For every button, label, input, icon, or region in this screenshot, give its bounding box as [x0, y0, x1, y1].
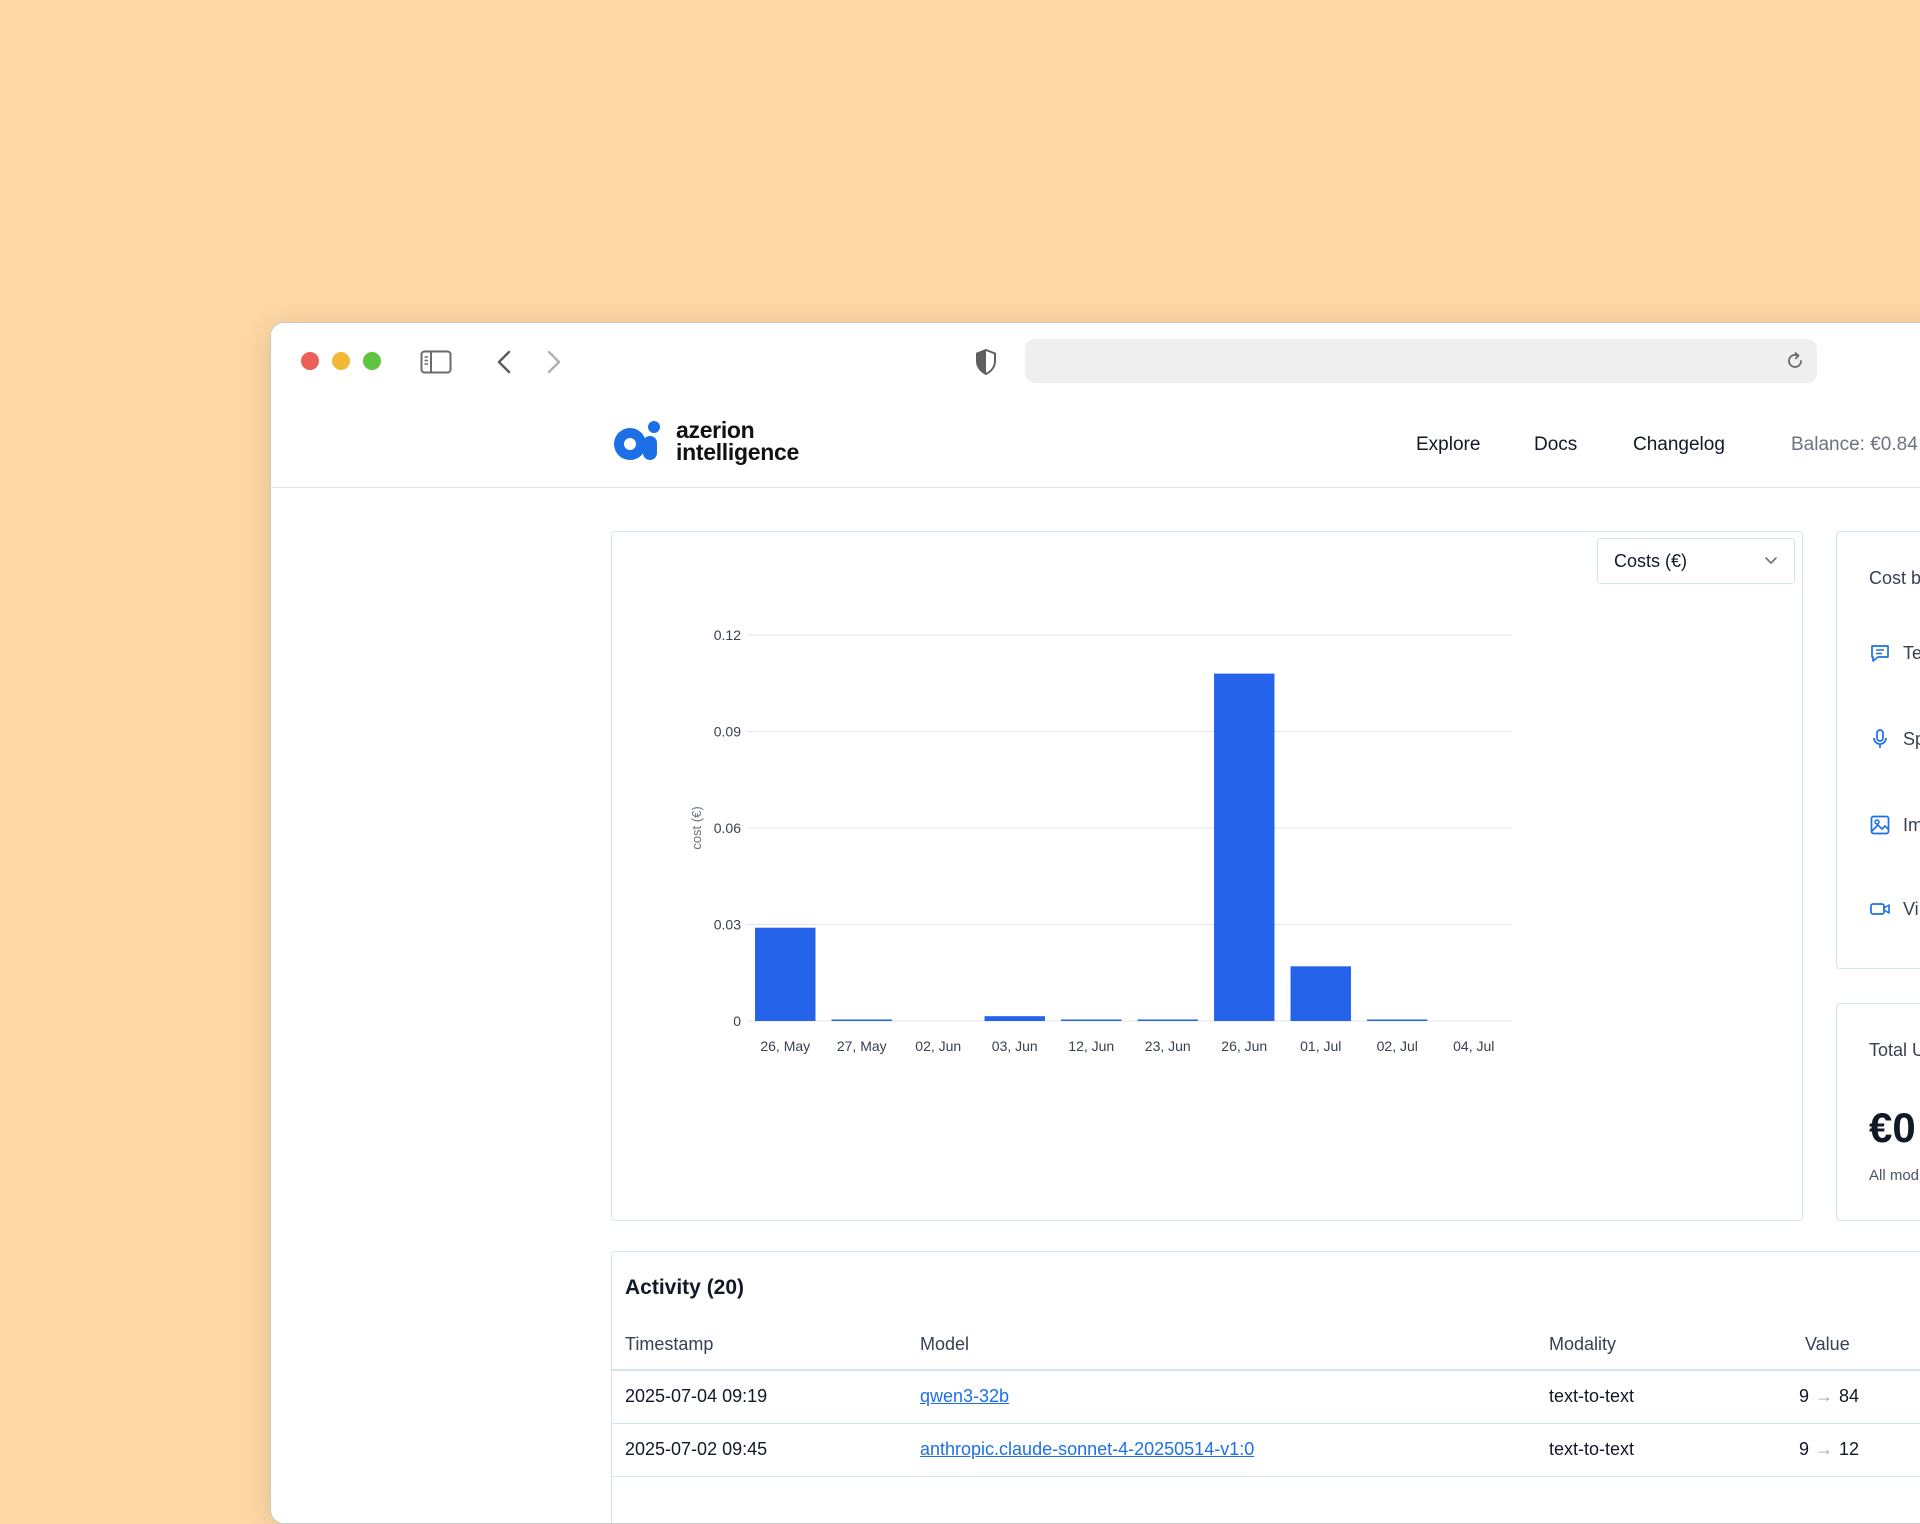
x-tick-label: 01, Jul	[1300, 1038, 1341, 1054]
column-header-model[interactable]: Model	[920, 1334, 969, 1355]
bar	[1367, 1019, 1428, 1021]
cost-by-modality-card: Cost b Te Sp Im Vi	[1836, 531, 1920, 969]
image-icon	[1870, 815, 1890, 835]
browser-window: azerion intelligence Explore Docs Change…	[270, 322, 1920, 1524]
row-timestamp: 2025-07-04 09:19	[625, 1386, 768, 1406]
row-timestamp: 2025-07-02 09:45	[625, 1439, 768, 1459]
modality-image-label: Im	[1903, 814, 1920, 835]
bar	[1214, 673, 1275, 1021]
arrow-right-icon: →	[1815, 1439, 1834, 1459]
x-tick-label: 03, Jun	[992, 1038, 1038, 1054]
row-value-out: 84	[1839, 1386, 1860, 1406]
bar	[831, 1019, 892, 1021]
row-value-out: 12	[1839, 1439, 1860, 1459]
bar	[1137, 1019, 1198, 1021]
address-bar[interactable]	[1025, 339, 1817, 383]
modality-speech-row: Sp	[1869, 728, 1920, 750]
nav-explore[interactable]: Explore	[1416, 434, 1480, 456]
reload-icon[interactable]	[1785, 351, 1805, 376]
logo-line-1: azerion	[676, 417, 755, 443]
row-modality: text-to-text	[1549, 1386, 1635, 1406]
modality-text-row: Te	[1869, 642, 1920, 664]
activity-table: Activity (20) Timestamp Model Modality V…	[611, 1251, 1920, 1523]
row-model-link[interactable]: qwen3-32b	[920, 1386, 1009, 1407]
row-value-in: 9	[1799, 1386, 1810, 1406]
row-model-link[interactable]: anthropic.claude-sonnet-4-20250514-v1:0	[920, 1439, 1254, 1460]
cost-bar-chart: 0 0.03 0.06 0.09 0.12 26, May 27, May 02, Jun 03…	[689, 627, 1512, 1054]
total-usage-title: Total U	[1869, 1040, 1920, 1060]
row-modality: text-to-text	[1549, 1439, 1635, 1459]
azerion-logo-icon	[614, 421, 660, 460]
modality-video-row: Vi	[1869, 898, 1919, 920]
x-tick-label: 27, May	[837, 1038, 887, 1054]
y-tick-label: 0	[733, 1013, 741, 1029]
x-tick-label: 12, Jun	[1068, 1038, 1114, 1054]
video-icon	[1870, 903, 1890, 915]
x-tick-label: 04, Jul	[1453, 1038, 1494, 1054]
azerion-logo[interactable]: azerion intelligence	[610, 417, 799, 465]
y-tick-label: 0.03	[714, 917, 741, 933]
column-header-timestamp[interactable]: Timestamp	[625, 1334, 713, 1355]
modality-speech-label: Sp	[1903, 728, 1920, 749]
modality-image-row: Im	[1869, 814, 1920, 836]
total-usage-card: Total U €0 All mod	[1836, 1003, 1920, 1221]
nav-docs[interactable]: Docs	[1534, 434, 1577, 456]
y-tick-label: 0.12	[714, 627, 741, 643]
maximize-window-button[interactable]	[363, 352, 381, 370]
balance-display: Balance: €0.84	[1791, 434, 1918, 455]
bar	[1290, 966, 1351, 1021]
x-tick-label: 26, May	[760, 1038, 810, 1054]
close-window-button[interactable]	[301, 352, 319, 370]
browser-toolbar	[271, 323, 1920, 401]
minimize-window-button[interactable]	[332, 352, 350, 370]
total-usage-value: €0	[1869, 1104, 1916, 1151]
y-tick-label: 0.06	[714, 820, 741, 836]
bar	[984, 1016, 1045, 1021]
chat-icon	[1871, 645, 1889, 662]
table-row[interactable]: 2025-07-04 09:19 qwen3-32b text-to-text …	[612, 1371, 1920, 1424]
modality-text-label: Te	[1903, 642, 1920, 663]
column-header-value[interactable]: Value	[1805, 1334, 1850, 1355]
x-tick-label: 26, Jun	[1221, 1038, 1267, 1054]
cost-by-modality-title: Cost b	[1869, 568, 1920, 588]
arrow-right-icon: →	[1815, 1386, 1834, 1406]
logo-text: azerion intelligence	[676, 417, 799, 465]
modality-video-label: Vi	[1903, 898, 1919, 919]
table-row[interactable]: 2025-07-02 09:45 anthropic.claude-sonnet…	[612, 1424, 1920, 1477]
shield-privacy-icon[interactable]	[971, 345, 1001, 379]
y-tick-label: 0.09	[714, 724, 741, 740]
row-value: 9 → 12	[1799, 1439, 1859, 1460]
x-tick-label: 23, Jun	[1145, 1038, 1191, 1054]
row-value: 9 → 84	[1799, 1386, 1859, 1407]
total-usage-note: All mod	[1869, 1167, 1920, 1184]
bar	[1061, 1019, 1122, 1021]
forward-arrow-icon[interactable]	[541, 345, 567, 379]
bar	[755, 927, 816, 1021]
site-header: azerion intelligence Explore Docs Change…	[271, 401, 1920, 488]
microphone-icon	[1873, 729, 1887, 748]
logo-line-2: intelligence	[676, 439, 799, 465]
activity-title: Activity (20)	[625, 1276, 745, 1299]
y-axis-label: cost (€)	[689, 806, 704, 849]
x-tick-label: 02, Jun	[915, 1038, 961, 1054]
column-header-modality[interactable]: Modality	[1549, 1334, 1616, 1355]
x-tick-label: 02, Jul	[1377, 1038, 1418, 1054]
usage-chart-card: Costs (€) 0 0.03 0.06 0.09 0.12 26, May 27, Ma…	[611, 531, 1803, 1221]
sidebar-toggle-icon[interactable]	[419, 345, 453, 379]
nav-changelog[interactable]: Changelog	[1633, 434, 1725, 456]
back-arrow-icon[interactable]	[491, 345, 517, 379]
row-value-in: 9	[1799, 1439, 1810, 1459]
